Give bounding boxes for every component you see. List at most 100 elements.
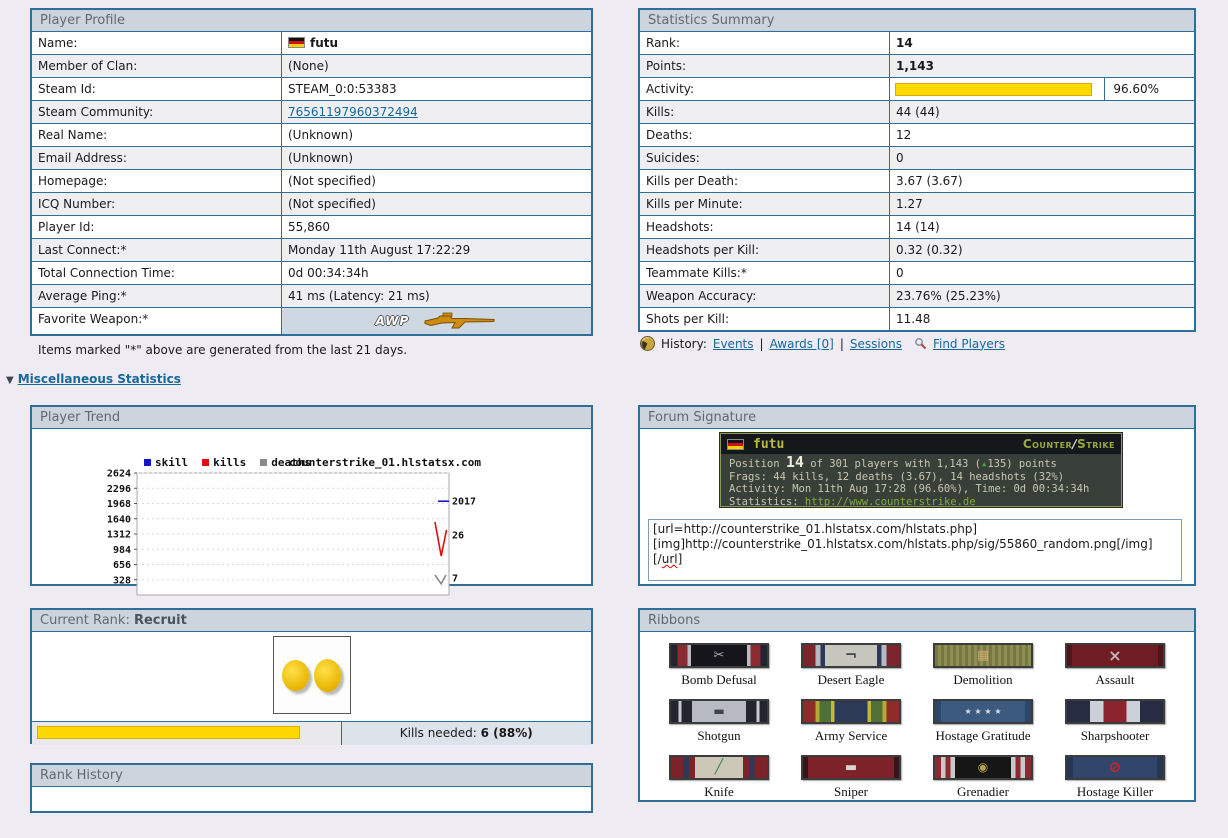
- player-trend-chart: 2624 2296 1968 1640 1312 984 656 328 2017 26 7: [107, 469, 476, 596]
- table-row: Member of Clan: (None): [32, 54, 591, 77]
- activity-percent: 96.60%: [1104, 78, 1194, 100]
- row-label: Steam Community:: [32, 101, 282, 123]
- player-name-cell: futu: [282, 32, 591, 54]
- forum-signature-header: Forum Signature: [640, 407, 1194, 429]
- signature-title-bar: futu Counter∕Strike: [721, 434, 1121, 454]
- table-row: Kills: 44 (44): [640, 100, 1194, 123]
- row-label: Deaths:: [640, 124, 890, 146]
- ribbon-image: ▬: [669, 699, 769, 724]
- svg-text:1640: 1640: [107, 514, 131, 525]
- ribbon-emblem-icon: ▬: [713, 704, 725, 718]
- current-rank-name: Recruit: [133, 613, 187, 628]
- row-label: Average Ping:*: [32, 285, 282, 307]
- svg-text:656: 656: [113, 560, 131, 571]
- ribbon: ✂ Bomb Defusal: [656, 643, 782, 688]
- row-value: (Unknown): [288, 151, 354, 165]
- kills-needed-value: 6 (88%): [480, 726, 533, 740]
- row-value: 0: [896, 151, 904, 165]
- favorite-weapon-cell: AWP: [282, 308, 591, 334]
- asterisk-note: Items marked "*" above are generated fro…: [38, 343, 408, 357]
- ribbon-label: Hostage Killer: [1076, 784, 1154, 799]
- legend-color-swatch: [260, 459, 268, 466]
- row-value: STEAM_0:0:53383: [288, 82, 397, 96]
- table-row: Email Address: (Unknown): [32, 146, 591, 169]
- row-value: (Not specified): [288, 197, 376, 211]
- row-label: Favorite Weapon:*: [32, 308, 282, 334]
- points-value: 1,143: [896, 59, 934, 73]
- ribbons-grid: ✂ Bomb Defusal ¬ Desert Eagle ▦ Demoliti…: [640, 632, 1194, 808]
- table-row: Steam Community: 76561197960372494: [32, 100, 591, 123]
- separator: |: [839, 336, 844, 351]
- ribbon-emblem-icon: ¬: [844, 646, 858, 664]
- ribbon: ▬ Shotgun: [656, 699, 782, 744]
- ribbon-image: [1065, 699, 1165, 724]
- ribbon-emblem-icon: ×: [1108, 646, 1122, 665]
- row-value: 14 (14): [896, 220, 940, 234]
- row-label: Real Name:: [32, 124, 282, 146]
- table-row: Teammate Kills:* 0: [640, 261, 1194, 284]
- steam-community-link[interactable]: 76561197960372494: [288, 105, 418, 119]
- ribbon-label: Knife: [704, 784, 734, 799]
- row-label: Last Connect:*: [32, 239, 282, 261]
- bbcode-line: [img]http://counterstrike_01.hlstatsx.co…: [653, 537, 1153, 551]
- miscellaneous-statistics-link[interactable]: Miscellaneous Statistics: [18, 372, 181, 386]
- rank-progress-track: [32, 722, 341, 745]
- row-label: Email Address:: [32, 147, 282, 169]
- statistics-summary-table: Rank: 14 Points: 1,143 Activity: 96.60% …: [640, 32, 1194, 330]
- row-label: Suicides:: [640, 147, 890, 169]
- row-value: (Unknown): [288, 128, 354, 142]
- row-label: Rank:: [640, 32, 890, 54]
- signature-stats-text: Position 14 of 301 players with 1,143 (▴…: [721, 454, 1121, 510]
- rank-history-panel: Rank History: [30, 763, 593, 813]
- table-row: Total Connection Time: 0d 00:34:34h: [32, 261, 591, 284]
- row-value: 41 ms (Latency: 21 ms): [288, 289, 430, 303]
- ribbon-emblem-icon: ▦: [976, 648, 990, 663]
- ribbon: Army Service: [788, 699, 914, 744]
- search-icon: [915, 338, 927, 350]
- trend-server-title: counterstrike_01.hlstatsx.com: [288, 456, 481, 469]
- awards-link[interactable]: Awards [0]: [770, 337, 834, 351]
- ribbon-label: Bomb Defusal: [681, 672, 757, 687]
- table-row: Kills per Minute: 1.27: [640, 192, 1194, 215]
- signature-bbcode-input[interactable]: [url=http://counterstrike_01.hlstatsx.co…: [648, 519, 1182, 581]
- trend-legend-item: kills: [202, 456, 246, 469]
- row-value: 0: [896, 266, 904, 280]
- find-players-link[interactable]: Find Players: [933, 337, 1005, 351]
- row-label: Headshots:: [640, 216, 890, 238]
- separator: |: [759, 336, 764, 351]
- current-rank-body: [32, 636, 591, 721]
- miscellaneous-statistics-toggle[interactable]: ▼ Miscellaneous Statistics: [6, 372, 181, 386]
- svg-text:2624: 2624: [107, 469, 131, 480]
- signature-image: futu Counter∕Strike Position 14 of 301 p…: [719, 432, 1123, 510]
- ribbon-emblem-icon: ✂: [713, 648, 725, 663]
- row-label: Steam Id:: [32, 78, 282, 100]
- signature-stats-url: http://www.counterstrike.de: [804, 495, 976, 508]
- table-row: Suicides: 0: [640, 146, 1194, 169]
- ribbon-emblem-icon: ◉: [977, 760, 989, 774]
- ribbon: ▦ Demolition: [920, 643, 1046, 688]
- table-row: Average Ping:* 41 ms (Latency: 21 ms): [32, 284, 591, 307]
- table-row: Shots per Kill: 11.48: [640, 307, 1194, 330]
- ribbon-label: Army Service: [814, 728, 888, 743]
- ribbons-panel: Ribbons ✂ Bomb Defusal ¬ Desert Eagle ▦ …: [638, 608, 1196, 802]
- row-value: 76561197960372494: [282, 101, 591, 123]
- row-value: 44 (44): [896, 105, 940, 119]
- awp-label: AWP: [375, 314, 410, 328]
- chevron-down-icon: ▼: [6, 375, 14, 386]
- player-trend-body: skill kills deaths counterstrike_01.hlst…: [32, 429, 591, 596]
- ribbon-image: ★ ★ ★ ★: [933, 699, 1033, 724]
- signature-line-position: Position 14 of 301 players with 1,143 (▴…: [729, 453, 1057, 471]
- rank-history-body: [32, 787, 591, 810]
- trend-legend-item: skill: [144, 456, 188, 469]
- ribbon-image: ×: [1065, 643, 1165, 668]
- sessions-link[interactable]: Sessions: [850, 337, 902, 351]
- logo-strike: Strike: [1077, 437, 1115, 451]
- row-label: Name:: [32, 32, 282, 54]
- ribbon-label: Grenadier: [957, 784, 1009, 799]
- history-icon: [640, 336, 655, 351]
- svg-text:2017: 2017: [452, 497, 476, 508]
- row-label: Kills per Death:: [640, 170, 890, 192]
- events-link[interactable]: Events: [713, 337, 754, 351]
- ribbon-emblem-icon: ★ ★ ★ ★: [964, 707, 1002, 716]
- rank-progress-row: Kills needed: 6 (88%): [32, 721, 591, 745]
